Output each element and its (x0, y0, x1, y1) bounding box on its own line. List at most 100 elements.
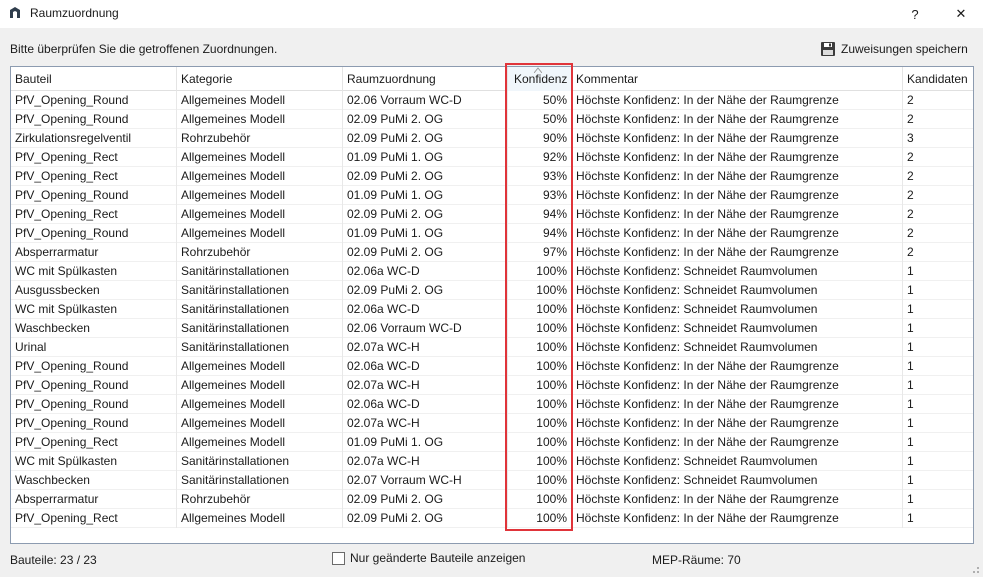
cell-raumzuordnung[interactable]: 01.09 PuMi 1. OG (343, 224, 508, 243)
cell-raumzuordnung[interactable]: 02.09 PuMi 2. OG (343, 110, 508, 129)
cell-kategorie[interactable]: Allgemeines Modell (177, 205, 343, 224)
cell-kategorie[interactable]: Sanitärinstallationen (177, 452, 343, 471)
cell-kommentar[interactable]: Höchste Konfidenz: In der Nähe der Raumg… (572, 91, 903, 110)
cell-bauteil[interactable]: PfV_Opening_Round (11, 395, 177, 414)
column-header-konfidenz[interactable]: Konfidenz (508, 67, 572, 91)
cell-bauteil[interactable]: WC mit Spülkasten (11, 300, 177, 319)
cell-kommentar[interactable]: Höchste Konfidenz: In der Nähe der Raumg… (572, 433, 903, 452)
cell-kommentar[interactable]: Höchste Konfidenz: In der Nähe der Raumg… (572, 395, 903, 414)
cell-kandidaten[interactable]: 2 (903, 205, 973, 224)
cell-kommentar[interactable]: Höchste Konfidenz: In der Nähe der Raumg… (572, 224, 903, 243)
cell-raumzuordnung[interactable]: 02.09 PuMi 2. OG (343, 129, 508, 148)
cell-kandidaten[interactable]: 2 (903, 110, 973, 129)
cell-konfidenz[interactable]: 100% (508, 395, 572, 414)
cell-kategorie[interactable]: Allgemeines Modell (177, 186, 343, 205)
cell-bauteil[interactable]: Zirkulationsregelventil (11, 129, 177, 148)
cell-kandidaten[interactable]: 1 (903, 357, 973, 376)
cell-raumzuordnung[interactable]: 02.09 PuMi 2. OG (343, 490, 508, 509)
cell-konfidenz[interactable]: 50% (508, 110, 572, 129)
cell-raumzuordnung[interactable]: 02.07 Vorraum WC-H (343, 471, 508, 490)
cell-bauteil[interactable]: PfV_Opening_Round (11, 110, 177, 129)
changed-only-filter[interactable]: Nur geänderte Bauteile anzeigen (332, 551, 525, 565)
cell-konfidenz[interactable]: 100% (508, 433, 572, 452)
column-header-kommentar[interactable]: Kommentar (572, 67, 903, 91)
cell-kategorie[interactable]: Allgemeines Modell (177, 376, 343, 395)
cell-bauteil[interactable]: Urinal (11, 338, 177, 357)
cell-kategorie[interactable]: Rohrzubehör (177, 490, 343, 509)
table-row[interactable]: PfV_Opening_Round Allgemeines Modell 02.06… (11, 91, 973, 110)
cell-kategorie[interactable]: Rohrzubehör (177, 243, 343, 262)
cell-raumzuordnung[interactable]: 02.07a WC-H (343, 414, 508, 433)
cell-konfidenz[interactable]: 100% (508, 509, 572, 528)
cell-kommentar[interactable]: Höchste Konfidenz: Schneidet Raumvolumen (572, 281, 903, 300)
cell-kandidaten[interactable]: 1 (903, 338, 973, 357)
cell-konfidenz[interactable]: 100% (508, 376, 572, 395)
cell-bauteil[interactable]: PfV_Opening_Round (11, 414, 177, 433)
table-row[interactable]: PfV_Opening_Rect Allgemeines Modell 02.09 … (11, 509, 973, 528)
table-row[interactable]: PfV_Opening_Rect Allgemeines Modell 01.09 … (11, 148, 973, 167)
help-button[interactable]: ? (893, 0, 937, 28)
cell-kandidaten[interactable]: 1 (903, 433, 973, 452)
cell-kommentar[interactable]: Höchste Konfidenz: In der Nähe der Raumg… (572, 243, 903, 262)
cell-konfidenz[interactable]: 100% (508, 319, 572, 338)
table-row[interactable]: Waschbecken Sanitärinstallationen 02.07 Vo… (11, 471, 973, 490)
cell-kandidaten[interactable]: 2 (903, 224, 973, 243)
cell-kategorie[interactable]: Allgemeines Modell (177, 167, 343, 186)
cell-konfidenz[interactable]: 94% (508, 205, 572, 224)
cell-kommentar[interactable]: Höchste Konfidenz: Schneidet Raumvolumen (572, 319, 903, 338)
cell-kandidaten[interactable]: 1 (903, 509, 973, 528)
table-row[interactable]: PfV_Opening_Round Allgemeines Modell 02.09… (11, 110, 973, 129)
cell-raumzuordnung[interactable]: 02.09 PuMi 2. OG (343, 243, 508, 262)
cell-konfidenz[interactable]: 92% (508, 148, 572, 167)
cell-kategorie[interactable]: Allgemeines Modell (177, 433, 343, 452)
cell-raumzuordnung[interactable]: 01.09 PuMi 1. OG (343, 186, 508, 205)
cell-konfidenz[interactable]: 100% (508, 338, 572, 357)
cell-kategorie[interactable]: Allgemeines Modell (177, 357, 343, 376)
cell-kommentar[interactable]: Höchste Konfidenz: In der Nähe der Raumg… (572, 167, 903, 186)
cell-bauteil[interactable]: PfV_Opening_Round (11, 224, 177, 243)
cell-kategorie[interactable]: Allgemeines Modell (177, 110, 343, 129)
cell-kandidaten[interactable]: 2 (903, 167, 973, 186)
cell-konfidenz[interactable]: 100% (508, 471, 572, 490)
cell-bauteil[interactable]: Absperrarmatur (11, 243, 177, 262)
cell-kommentar[interactable]: Höchste Konfidenz: In der Nähe der Raumg… (572, 148, 903, 167)
cell-raumzuordnung[interactable]: 02.06a WC-D (343, 395, 508, 414)
cell-bauteil[interactable]: WC mit Spülkasten (11, 452, 177, 471)
cell-kommentar[interactable]: Höchste Konfidenz: In der Nähe der Raumg… (572, 186, 903, 205)
cell-kategorie[interactable]: Allgemeines Modell (177, 148, 343, 167)
cell-raumzuordnung[interactable]: 01.09 PuMi 1. OG (343, 148, 508, 167)
table-row[interactable]: PfV_Opening_Round Allgemeines Modell 02.07… (11, 376, 973, 395)
cell-kategorie[interactable]: Sanitärinstallationen (177, 300, 343, 319)
cell-bauteil[interactable]: WC mit Spülkasten (11, 262, 177, 281)
table-row[interactable]: PfV_Opening_Round Allgemeines Modell 02.06… (11, 357, 973, 376)
save-assignments-button[interactable]: Zuweisungen speichern (820, 39, 968, 59)
cell-raumzuordnung[interactable]: 02.06 Vorraum WC-D (343, 319, 508, 338)
table-row[interactable]: WC mit Spülkasten Sanitärinstallationen 02… (11, 452, 973, 471)
cell-kommentar[interactable]: Höchste Konfidenz: Schneidet Raumvolumen (572, 262, 903, 281)
table-row[interactable]: WC mit Spülkasten Sanitärinstallationen 02… (11, 300, 973, 319)
table-row[interactable]: Absperrarmatur Rohrzubehör 02.09 PuMi 2. O… (11, 490, 973, 509)
cell-konfidenz[interactable]: 90% (508, 129, 572, 148)
cell-bauteil[interactable]: PfV_Opening_Rect (11, 148, 177, 167)
column-header-kandidaten[interactable]: Kandidaten (903, 67, 973, 91)
cell-bauteil[interactable]: Ausgussbecken (11, 281, 177, 300)
table-row[interactable]: PfV_Opening_Round Allgemeines Modell 02.06… (11, 395, 973, 414)
cell-kategorie[interactable]: Allgemeines Modell (177, 91, 343, 110)
cell-kandidaten[interactable]: 1 (903, 281, 973, 300)
cell-raumzuordnung[interactable]: 02.07a WC-H (343, 376, 508, 395)
cell-kommentar[interactable]: Höchste Konfidenz: In der Nähe der Raumg… (572, 509, 903, 528)
cell-kandidaten[interactable]: 1 (903, 452, 973, 471)
cell-kommentar[interactable]: Höchste Konfidenz: In der Nähe der Raumg… (572, 129, 903, 148)
cell-raumzuordnung[interactable]: 02.07a WC-H (343, 452, 508, 471)
cell-kommentar[interactable]: Höchste Konfidenz: In der Nähe der Raumg… (572, 205, 903, 224)
table-row[interactable]: WC mit Spülkasten Sanitärinstallationen 02… (11, 262, 973, 281)
cell-kategorie[interactable]: Sanitärinstallationen (177, 319, 343, 338)
table-row[interactable]: Zirkulationsregelventil Rohrzubehör 02.09 … (11, 129, 973, 148)
table-row[interactable]: PfV_Opening_Rect Allgemeines Modell 02.09 … (11, 167, 973, 186)
cell-raumzuordnung[interactable]: 02.06 Vorraum WC-D (343, 91, 508, 110)
cell-bauteil[interactable]: PfV_Opening_Round (11, 186, 177, 205)
cell-bauteil[interactable]: Absperrarmatur (11, 490, 177, 509)
cell-konfidenz[interactable]: 100% (508, 262, 572, 281)
cell-konfidenz[interactable]: 100% (508, 300, 572, 319)
column-header-raumzuordnung[interactable]: Raumzuordnung (343, 67, 508, 91)
